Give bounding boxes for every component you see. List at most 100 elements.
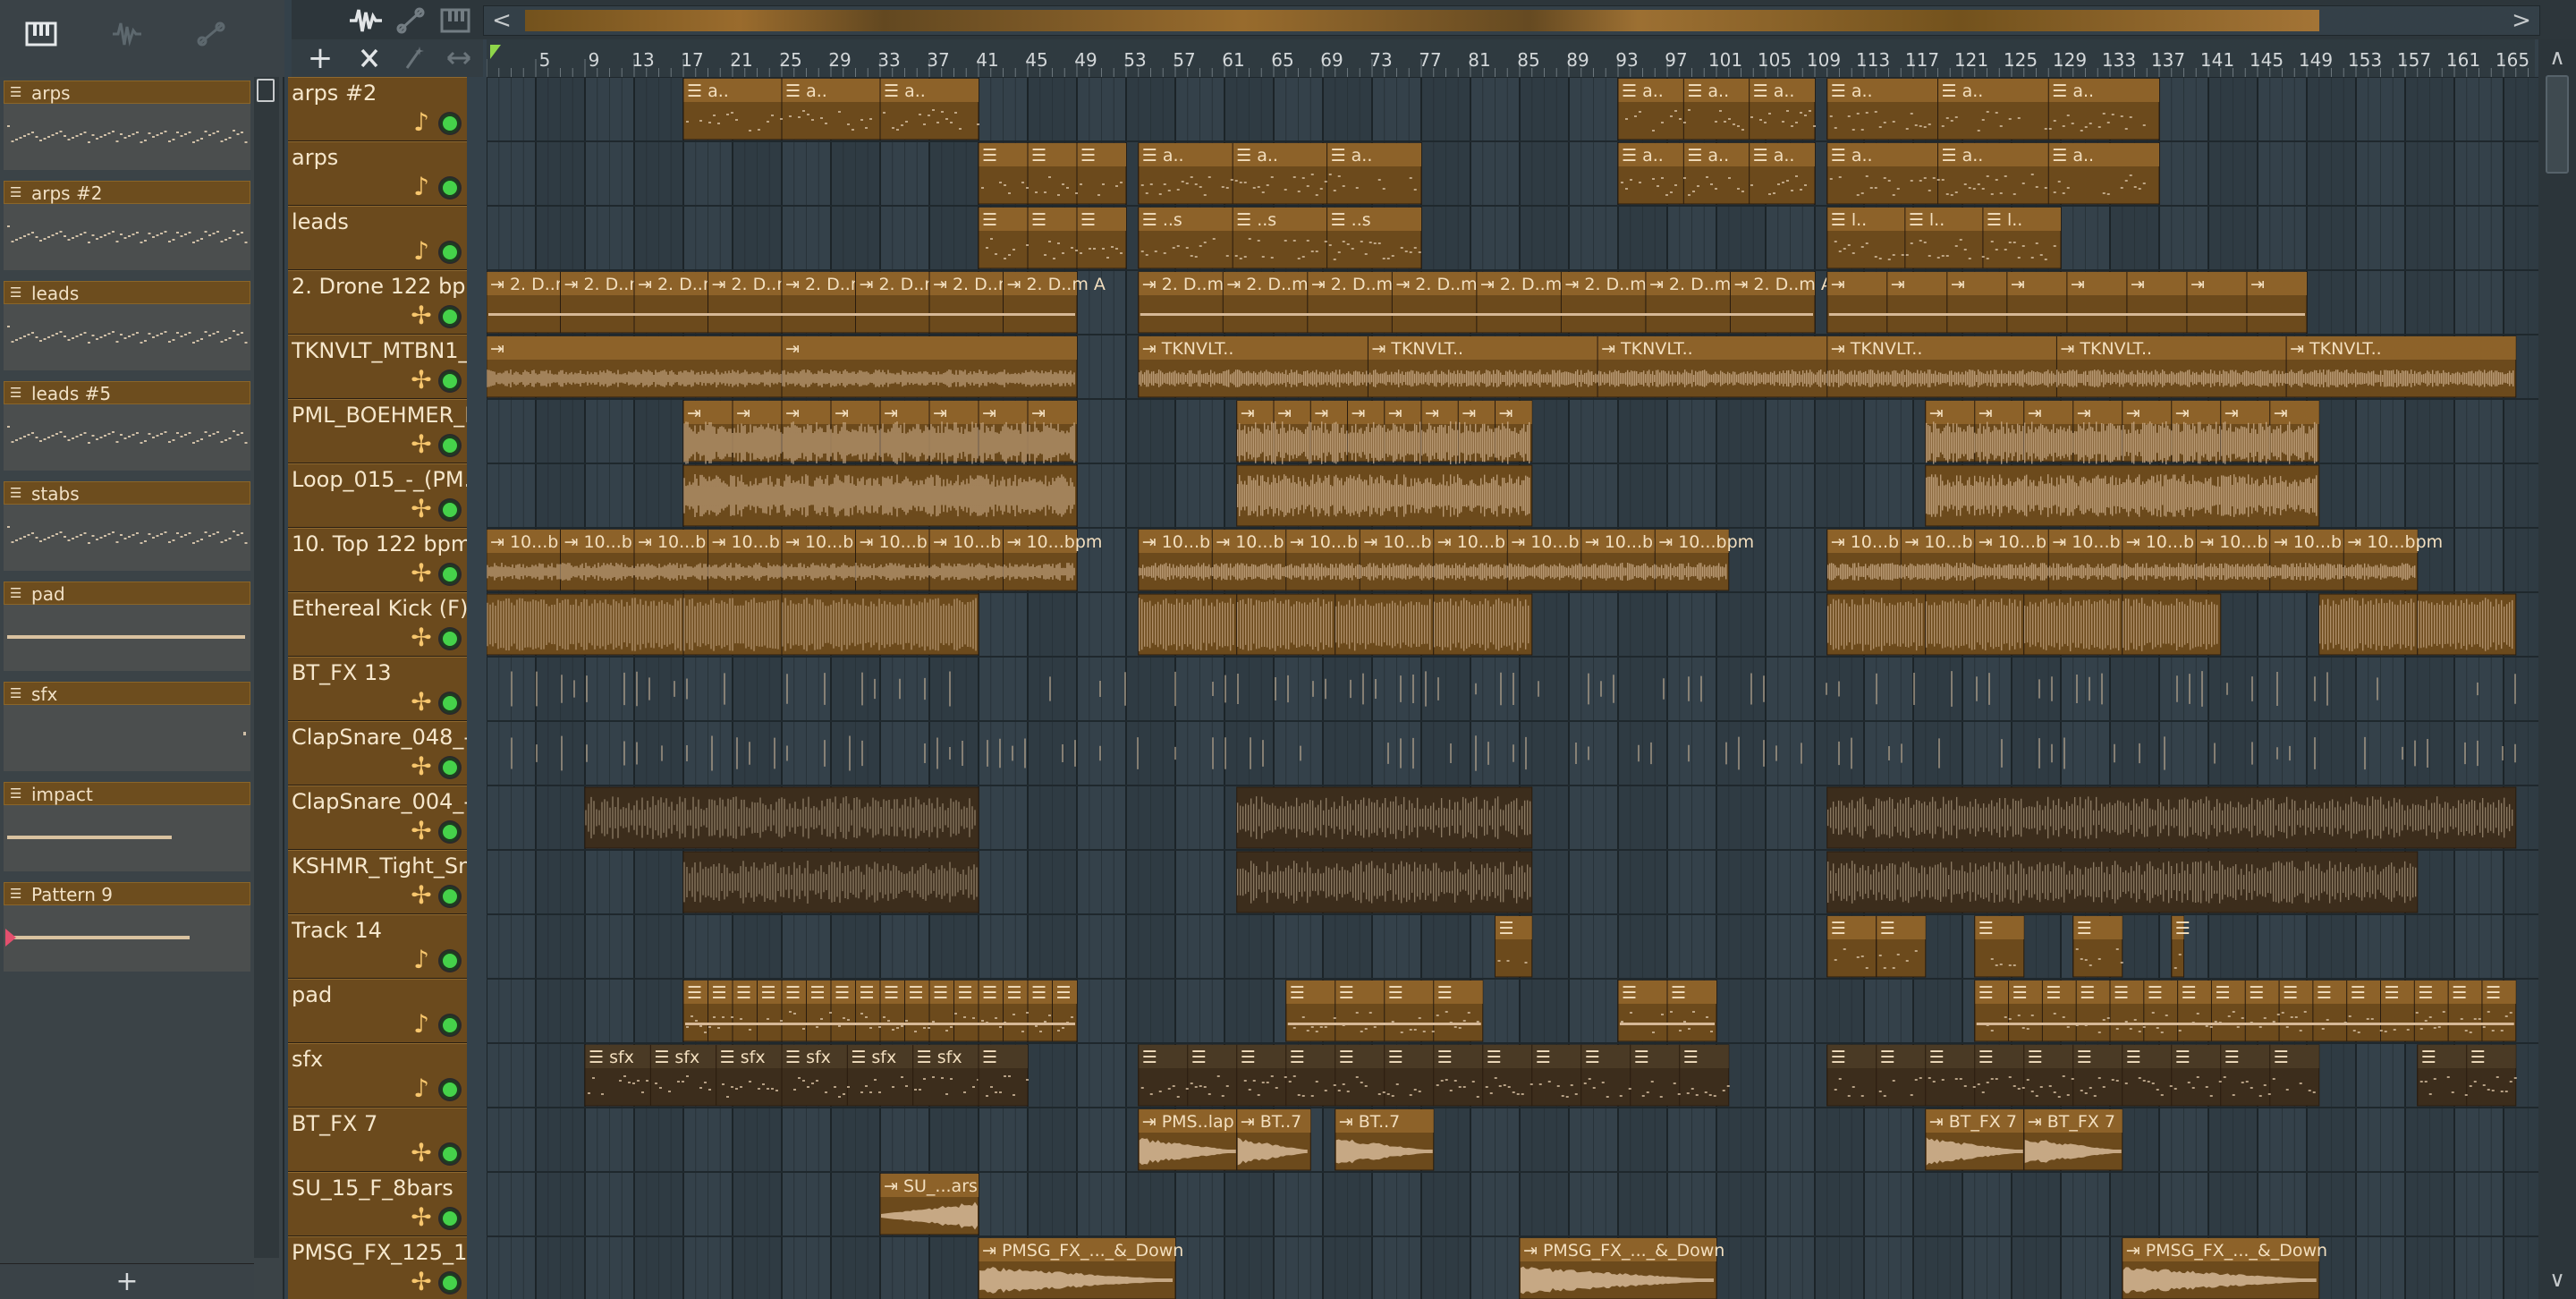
add-pattern-button[interactable]: + bbox=[0, 1263, 254, 1299]
pattern-item-header[interactable]: ☰ impact bbox=[4, 782, 250, 805]
track-mute-toggle[interactable] bbox=[440, 758, 460, 777]
playlist-clip[interactable]: ☰ bbox=[1826, 915, 1877, 978]
playlist-clip[interactable] bbox=[487, 593, 684, 656]
track-header[interactable]: arps ♪ bbox=[288, 141, 467, 206]
track-header[interactable]: arps #2 ♪ bbox=[288, 77, 467, 141]
picker-scrollbar[interactable] bbox=[254, 77, 279, 1258]
track-mute-toggle[interactable] bbox=[440, 693, 460, 713]
piano-keys-icon[interactable] bbox=[435, 4, 476, 38]
playlist-clip[interactable]: ☰ bbox=[1495, 915, 1533, 978]
playlist-clip[interactable] bbox=[1925, 593, 2025, 656]
playlist-clip[interactable]: ⇥ BT_FX 7 bbox=[2023, 1108, 2123, 1171]
scroll-left-button[interactable]: < bbox=[484, 6, 520, 35]
pattern-item[interactable]: ☰ arps #2 bbox=[0, 177, 254, 277]
playlist-clip[interactable]: ⇥ 2. D..m A⇥ 2. D..m A⇥ 2. D..m A⇥ 2. D.… bbox=[487, 271, 1106, 334]
pattern-item-header[interactable]: ☰ stabs bbox=[4, 481, 250, 505]
playlist-clip[interactable]: ☰ bbox=[2072, 915, 2123, 978]
track-mute-toggle[interactable] bbox=[440, 242, 460, 262]
playlist-clip[interactable] bbox=[2023, 593, 2123, 656]
playlist-clip[interactable]: ⇥ PMSG_FX_..._&_Down bbox=[978, 1237, 1183, 1299]
track-header[interactable]: ClapSnare_048_-.. ✢ bbox=[288, 721, 467, 785]
playlist-clip[interactable]: ☰ ☰ ☰ ☰ ☰ ☰ ☰ ☰ ☰ ☰ ☰ ☰ ☰ ☰ ☰ ☰ bbox=[682, 980, 1078, 1042]
playlist-clip[interactable]: ☰ ☰ ☰ ☰ ☰ ☰ ☰ ☰ ☰ ☰ bbox=[1826, 1044, 2320, 1107]
track-mute-toggle[interactable] bbox=[440, 307, 460, 327]
playlist-clip[interactable] bbox=[682, 851, 979, 913]
pattern-item-header[interactable]: ☰ arps #2 bbox=[4, 181, 250, 204]
playlist-clip[interactable]: ☰ ☰ ☰ ☰ ☰ ☰ ☰ ☰ ☰ ☰ ☰ ☰ bbox=[1138, 1044, 1730, 1107]
pattern-item[interactable]: ☰ sfx bbox=[0, 678, 254, 778]
pattern-item-header[interactable]: ☰ sfx bbox=[4, 682, 250, 705]
link-icon[interactable] bbox=[390, 4, 431, 38]
playlist-clip[interactable] bbox=[584, 786, 979, 849]
playlist-clip[interactable]: ☰ ☰ bbox=[1617, 980, 1717, 1042]
playlist-clip[interactable]: ⇥ ⇥ ⇥ ⇥ ⇥ ⇥ ⇥ ⇥ bbox=[1925, 400, 2320, 464]
track-mute-toggle[interactable] bbox=[440, 436, 460, 455]
track-mute-toggle[interactable] bbox=[440, 887, 460, 906]
playlist-clip[interactable] bbox=[1826, 593, 1927, 656]
track-header[interactable]: TKNVLT_MTBN1_G..✢ bbox=[288, 335, 467, 399]
track-header[interactable]: leads ♪ bbox=[288, 206, 467, 270]
playlist-clip[interactable]: ⇥ PMS..lap bbox=[1138, 1108, 1238, 1171]
overview-thumb[interactable] bbox=[525, 10, 2319, 31]
playlist-clip[interactable] bbox=[1138, 593, 1238, 656]
audio-wave-icon[interactable] bbox=[345, 4, 386, 38]
playlist-clip[interactable]: ⇥ 10...bpm⇥ 10...bpm⇥ 10...bpm⇥ 10...bpm… bbox=[1138, 529, 1754, 591]
track-header[interactable]: BT_FX 13 ✢ bbox=[288, 657, 467, 721]
playlist-clip[interactable]: ☰ ☰ ☰ ☰ ☰ ☰ ☰ ☰ ☰ ☰ ☰ ☰ ☰ ☰ ☰ ☰ bbox=[1974, 980, 2517, 1042]
link-icon[interactable] bbox=[184, 16, 238, 61]
pattern-item-header[interactable]: ☰ leads bbox=[4, 281, 250, 304]
playlist-clip[interactable]: ⇥ SU_...ars bbox=[879, 1173, 979, 1235]
track-header[interactable]: Track 14 ♪ bbox=[288, 914, 467, 979]
playlist-clip[interactable] bbox=[1236, 851, 1533, 913]
playlist-clip[interactable]: ⇥ 10...bpm⇥ 10...bpm⇥ 10...bpm⇥ 10...bpm… bbox=[1826, 529, 2443, 591]
pattern-item-header[interactable]: ☰ leads #5 bbox=[4, 381, 250, 404]
track-header[interactable]: KSHMR_Tight_Sna..✢ bbox=[288, 850, 467, 914]
playlist-clip[interactable]: ☰ a.. ☰ a.. ☰ a.. bbox=[682, 78, 979, 140]
playlist-clip[interactable]: ☰ a.. ☰ a.. ☰ a.. bbox=[1617, 78, 1816, 140]
playlist-clip[interactable] bbox=[1236, 786, 1533, 849]
pattern-item[interactable]: ☰ pad bbox=[0, 578, 254, 678]
playlist-clip[interactable]: ⇥ PMSG_FX_..._&_Down bbox=[2122, 1237, 2327, 1299]
playlist-clip[interactable]: ⇥ PMSG_FX_..._&_Down bbox=[1519, 1237, 1724, 1299]
playlist-clip[interactable]: ⇥ ⇥ bbox=[487, 335, 1078, 398]
cross-icon[interactable] bbox=[349, 41, 390, 75]
pattern-item[interactable]: ☰ Pattern 9 bbox=[0, 879, 254, 979]
playlist-clip[interactable]: ☰ ..s ☰ ..s ☰ ..s bbox=[1138, 207, 1422, 269]
track-header[interactable]: BT_FX 7 ✢ bbox=[288, 1108, 467, 1172]
add-track-button[interactable]: + bbox=[292, 39, 349, 77]
playlist-clip[interactable]: ⇥ TKNVLT.. ⇥ TKNVLT.. ⇥ TKNVLT.. ⇥ TKNVLT..… bbox=[1138, 335, 2517, 398]
playlist-clip[interactable] bbox=[1826, 851, 2419, 913]
pattern-item-header[interactable]: ☰ Pattern 9 bbox=[4, 882, 250, 905]
piano-keys-icon[interactable] bbox=[14, 16, 68, 61]
playlist-clip[interactable] bbox=[511, 735, 2516, 771]
scroll-right-button[interactable]: > bbox=[2504, 6, 2539, 35]
audio-wave-icon[interactable] bbox=[100, 16, 154, 61]
track-mute-toggle[interactable] bbox=[440, 500, 460, 520]
playlist-clip[interactable]: ⇥ ⇥ ⇥ ⇥ ⇥ ⇥ ⇥ ⇥ bbox=[1236, 400, 1533, 464]
playlist-clip[interactable] bbox=[1236, 593, 1336, 656]
pattern-item[interactable]: ☰ arps bbox=[0, 77, 254, 177]
pattern-item[interactable]: ☰ leads #5 bbox=[0, 378, 254, 478]
arrangement-overview-scrollbar[interactable]: < > bbox=[483, 5, 2540, 36]
track-header[interactable]: Loop_015_-_(PM.. ✢ bbox=[288, 463, 467, 528]
playlist-clip[interactable] bbox=[1925, 464, 2320, 527]
track-mute-toggle[interactable] bbox=[440, 1273, 460, 1293]
track-mute-toggle[interactable] bbox=[440, 1209, 460, 1228]
playlist-clip[interactable]: ☰ ☰ ☰ ☰ bbox=[1285, 980, 1484, 1042]
track-header[interactable]: PMSG_FX_125_16..✢ bbox=[288, 1236, 467, 1299]
playlist-clip[interactable] bbox=[2318, 593, 2419, 656]
playlist-clip[interactable]: ⇥ BT..7 bbox=[1236, 1108, 1311, 1171]
scroll-up-icon[interactable]: ∧ bbox=[2538, 39, 2576, 75]
playlist-clip[interactable] bbox=[511, 671, 2516, 707]
track-mute-toggle[interactable] bbox=[440, 629, 460, 649]
track-mute-toggle[interactable] bbox=[440, 565, 460, 584]
track-mute-toggle[interactable] bbox=[440, 1080, 460, 1099]
pattern-item[interactable]: ☰ leads bbox=[0, 277, 254, 378]
playlist-clip[interactable]: ☰ a.. ☰ a.. ☰ a.. bbox=[1138, 142, 1422, 205]
playlist-clip[interactable]: ☰ bbox=[2171, 915, 2190, 978]
scroll-down-icon[interactable]: ∨ bbox=[2538, 1261, 2576, 1297]
track-mute-toggle[interactable] bbox=[440, 951, 460, 971]
playlist-clip[interactable]: ⇥ ⇥ ⇥ ⇥ ⇥ ⇥ ⇥ ⇥ bbox=[1826, 271, 2308, 334]
track-header[interactable]: ClapSnare_004_-.. ✢ bbox=[288, 785, 467, 850]
track-mute-toggle[interactable] bbox=[440, 371, 460, 391]
